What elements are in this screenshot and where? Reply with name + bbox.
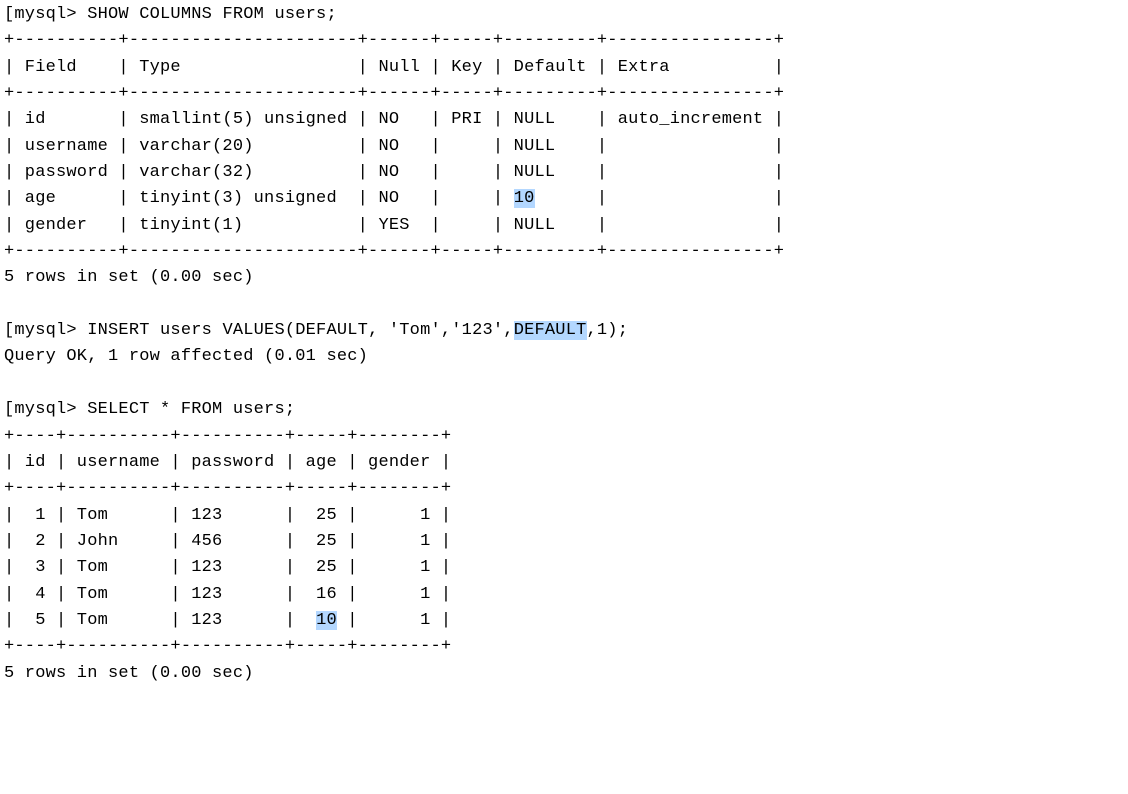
table-border: +----------+----------------------+-----… [4,31,784,50]
highlighted-age: 10 [316,611,337,630]
summary-line: 5 rows in set (0.00 sec) [4,268,254,287]
query-line: SELECT * FROM users; [87,400,295,419]
table-row: | 3 | Tom | 123 | 25 | 1 | [4,558,451,577]
table-row: | 4 | Tom | 123 | 16 | 1 | [4,585,451,604]
table-border: +----------+----------------------+-----… [4,242,784,261]
table-border: +----+----------+----------+-----+------… [4,479,451,498]
highlighted-default-keyword: DEFAULT [514,321,587,340]
query-line: INSERT users VALUES(DEFAULT, 'Tom','123'… [87,321,628,340]
query-line: SHOW COLUMNS FROM users; [87,5,337,24]
prompt: [mysql> [4,400,77,419]
table-row: | age | tinyint(3) unsigned | NO | | 10 … [4,189,784,208]
table-row: | password | varchar(32) | NO | | NULL |… [4,163,784,182]
table-row: | 1 | Tom | 123 | 25 | 1 | [4,506,451,525]
table-border: +----+----------+----------+-----+------… [4,637,451,656]
result-line: Query OK, 1 row affected (0.01 sec) [4,347,368,366]
table-border: +----------+----------------------+-----… [4,84,784,103]
table-header: | Field | Type | Null | Key | Default | … [4,58,784,77]
table-row: | 2 | John | 456 | 25 | 1 | [4,532,451,551]
prompt: [mysql> [4,5,77,24]
prompt: [mysql> [4,321,77,340]
highlighted-default: 10 [514,189,535,208]
table-border: +----+----------+----------+-----+------… [4,427,451,446]
terminal-output: [mysql> SHOW COLUMNS FROM users; +------… [4,2,1124,687]
summary-line: 5 rows in set (0.00 sec) [4,664,254,683]
table-row: | gender | tinyint(1) | YES | | NULL | | [4,216,784,235]
table-row: | 5 | Tom | 123 | 10 | 1 | [4,611,451,630]
table-row: | username | varchar(20) | NO | | NULL |… [4,137,784,156]
table-row: | id | smallint(5) unsigned | NO | PRI |… [4,110,784,129]
table-header: | id | username | password | age | gende… [4,453,451,472]
